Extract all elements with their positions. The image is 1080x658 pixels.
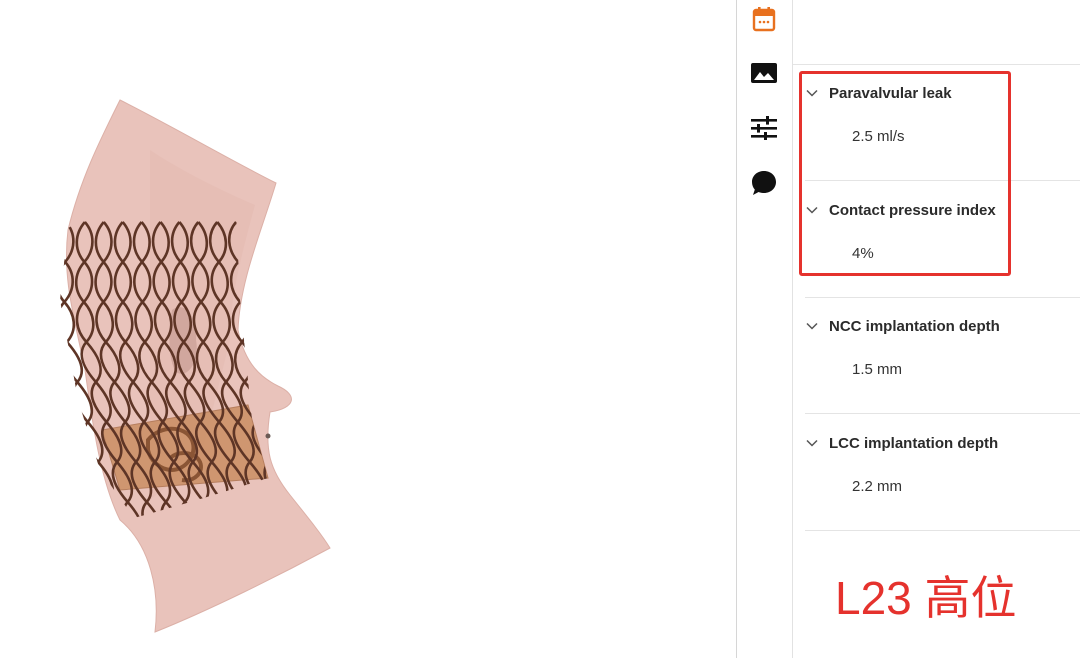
metric-label: NCC implantation depth <box>829 317 1000 335</box>
stent-strut <box>239 301 251 343</box>
image-tool-button[interactable] <box>749 58 779 88</box>
metric-label: LCC implantation depth <box>829 434 999 452</box>
stent-strut <box>60 301 68 343</box>
marker-dot <box>265 433 271 439</box>
stent-strut <box>71 381 89 423</box>
highlight-box <box>799 71 1011 276</box>
stent-strut <box>65 341 84 383</box>
annotation-label: L23 高位 <box>835 572 1017 624</box>
stent-strut <box>61 341 79 383</box>
stent-strut <box>60 221 67 263</box>
calendar-icon <box>752 7 776 32</box>
calendar-tool-button[interactable] <box>749 4 779 34</box>
comments-tool-button[interactable] <box>749 168 779 198</box>
metric-value: 2.2 mm <box>852 478 903 495</box>
metric-lcc-implantation-depth: LCC implantation depth 2.2 mm <box>805 414 1080 531</box>
image-icon <box>751 63 777 83</box>
chat-bubble-icon <box>752 171 776 195</box>
chevron-down-icon <box>805 436 819 450</box>
metric-toggle[interactable]: LCC implantation depth <box>805 432 998 454</box>
valve-render <box>60 99 331 633</box>
sliders-icon <box>751 116 777 140</box>
3d-viewport[interactable] <box>0 0 736 658</box>
panel-header <box>793 0 1080 65</box>
stent-strut <box>60 261 67 303</box>
chevron-down-icon <box>805 319 819 333</box>
metric-ncc-implantation-depth: NCC implantation depth 1.5 mm <box>805 297 1080 414</box>
metric-toggle[interactable]: NCC implantation depth <box>805 315 1000 337</box>
side-toolbar <box>737 0 793 658</box>
settings-tool-button[interactable] <box>749 113 779 143</box>
metric-value: 1.5 mm <box>852 361 903 378</box>
